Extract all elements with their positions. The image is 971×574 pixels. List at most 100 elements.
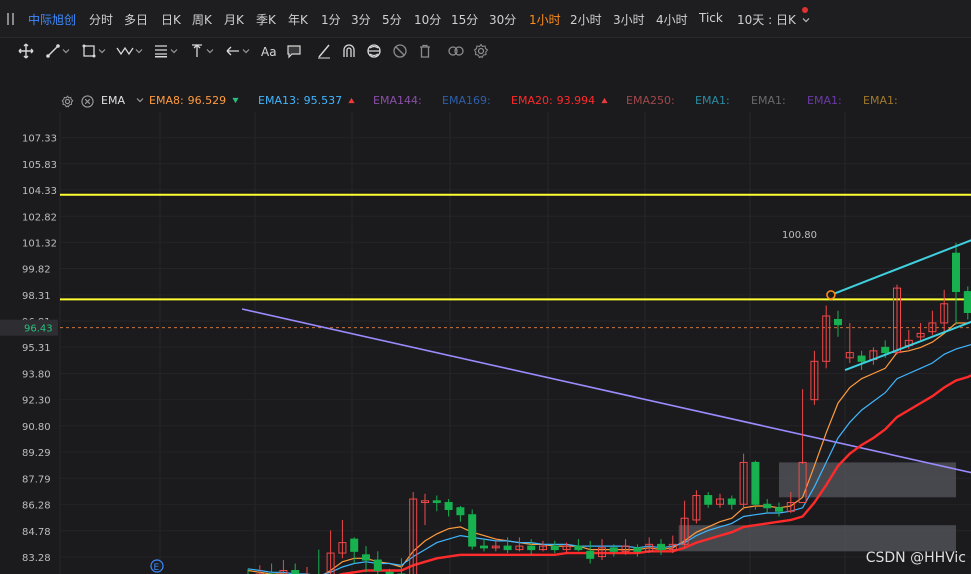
candle-body[interactable]	[657, 543, 665, 551]
period-tab-10[interactable]: 10分	[414, 11, 441, 28]
candle-body[interactable]	[586, 550, 595, 559]
legend-item-0[interactable]: EMA8: 96.529	[149, 94, 239, 107]
close-icon[interactable]	[81, 95, 94, 108]
candle-body[interactable]	[574, 545, 583, 551]
period-tab-13[interactable]: 1小时	[529, 11, 561, 28]
candle-body[interactable]	[727, 498, 736, 505]
period-tab-1[interactable]: 多日	[124, 11, 148, 28]
candle-body[interactable]	[763, 503, 772, 509]
period-tab-0[interactable]: 分时	[89, 11, 113, 28]
candle-body[interactable]	[503, 545, 512, 551]
y-tick-label: 105.83	[22, 160, 57, 171]
stock-name[interactable]: 中际旭创	[28, 11, 76, 28]
period-tab-7[interactable]: 1分	[321, 11, 341, 28]
link-tool[interactable]	[447, 42, 465, 60]
legend-label: EMA20:	[511, 94, 553, 107]
period-tab-9[interactable]: 5分	[382, 11, 402, 28]
candle-body[interactable]	[468, 514, 477, 547]
legend-item-1[interactable]: EMA13: 95.537	[258, 94, 355, 107]
candle-body[interactable]	[952, 252, 960, 293]
trash-tool[interactable]	[417, 42, 433, 60]
watermark: CSDN @HHVic	[865, 550, 966, 566]
candle-body[interactable]	[881, 346, 890, 354]
legend-item-5[interactable]: EMA250:	[626, 94, 675, 107]
y-tick-label: 107.33	[22, 134, 57, 145]
comment-tool[interactable]	[286, 42, 302, 60]
settings-tool[interactable]	[473, 42, 489, 60]
period-tab-3[interactable]: 周K	[192, 11, 212, 28]
event-marker-label: E	[154, 563, 160, 573]
candle-body[interactable]	[751, 461, 760, 505]
period-tab-17[interactable]: Tick	[699, 11, 723, 25]
candle-body[interactable]	[373, 559, 382, 572]
hide-drawings-icon	[367, 44, 381, 58]
multi-view-selector[interactable]: 10天 : 日K	[737, 11, 810, 28]
fibonacci-tool[interactable]	[153, 42, 178, 60]
candle-body[interactable]	[775, 507, 783, 512]
candle-body[interactable]	[857, 355, 866, 362]
period-tab-8[interactable]: 3分	[351, 11, 371, 28]
candle-body[interactable]	[362, 554, 370, 561]
trash-icon	[420, 44, 430, 58]
period-tab-2[interactable]: 日K	[161, 11, 181, 28]
period-tab-16[interactable]: 4小时	[656, 11, 688, 28]
legend-item-7[interactable]: EMA1:	[751, 94, 786, 107]
candlestick-chart[interactable]: 107.33 105.83 104.33 102.82 101.32 99.82 98.31…	[0, 112, 971, 574]
y-tick-label: 84.78	[22, 527, 51, 538]
y-tick-label: 83.28	[22, 553, 51, 564]
eye-off-tool[interactable]	[392, 42, 408, 60]
candle-body[interactable]	[456, 507, 465, 516]
zone-rect[interactable]	[779, 462, 956, 498]
legend-item-4[interactable]: EMA20: 93.994	[511, 94, 608, 107]
candle-body[interactable]	[550, 545, 559, 551]
candle-body[interactable]	[633, 547, 642, 552]
line-segment-tool[interactable]	[45, 42, 70, 60]
measure-tool[interactable]	[189, 42, 214, 60]
pen-tool[interactable]	[316, 42, 332, 60]
y-tick-label: 99.82	[22, 265, 51, 276]
legend-label: EMA8:	[149, 94, 184, 107]
period-tab-5[interactable]: 季K	[256, 11, 276, 28]
period-tab-6[interactable]: 年K	[288, 11, 308, 28]
legend-item-6[interactable]: EMA1:	[695, 94, 730, 107]
channel-upper-line[interactable]	[830, 216, 971, 296]
candle-body[interactable]	[444, 502, 453, 510]
hide-drawings-tool[interactable]	[366, 42, 382, 60]
drag-handle-icon[interactable]	[6, 12, 16, 26]
rectangle-tool[interactable]	[81, 42, 106, 60]
period-tab-12[interactable]: 30分	[489, 11, 516, 28]
indicator-selector[interactable]: EMA	[101, 94, 144, 107]
legend-label: EMA1:	[751, 94, 786, 107]
candle-body[interactable]	[350, 538, 359, 552]
channel-price-label: 100.80	[782, 230, 817, 241]
legend-item-3[interactable]: EMA169:	[442, 94, 491, 107]
legend-item-8[interactable]: EMA1:	[807, 94, 842, 107]
arrow-tool[interactable]	[225, 42, 250, 60]
period-tab-14[interactable]: 2小时	[570, 11, 602, 28]
y-tick-label: 102.82	[22, 212, 57, 223]
period-tab-11[interactable]: 15分	[451, 11, 478, 28]
move-cross-tool[interactable]	[18, 42, 34, 60]
magnet-tool[interactable]	[341, 42, 357, 60]
candle-body[interactable]	[704, 495, 713, 505]
candle-body[interactable]	[963, 291, 971, 313]
wave-pattern-icon	[116, 46, 134, 56]
candle-body[interactable]	[291, 570, 300, 574]
period-tab-15[interactable]: 3小时	[613, 11, 645, 28]
candle-body[interactable]	[527, 545, 536, 551]
legend-item-9[interactable]: EMA1:	[863, 94, 898, 107]
legend-label: EMA13:	[258, 94, 300, 107]
candle-body[interactable]	[834, 318, 842, 326]
period-tab-4[interactable]: 月K	[224, 11, 244, 28]
wave-pattern-tool[interactable]	[116, 42, 143, 60]
settings-icon[interactable]	[61, 95, 74, 108]
candle-body[interactable]	[609, 547, 618, 552]
candle-body[interactable]	[432, 500, 441, 504]
legend-item-2[interactable]: EMA144:	[373, 94, 422, 107]
channel-anchor-handle[interactable]	[826, 290, 836, 300]
legend-label: EMA169:	[442, 94, 491, 107]
text-tool[interactable]: Aa	[260, 42, 278, 60]
candle-body[interactable]	[480, 545, 488, 549]
settings-icon	[473, 43, 489, 59]
zone-rect[interactable]	[678, 525, 956, 552]
